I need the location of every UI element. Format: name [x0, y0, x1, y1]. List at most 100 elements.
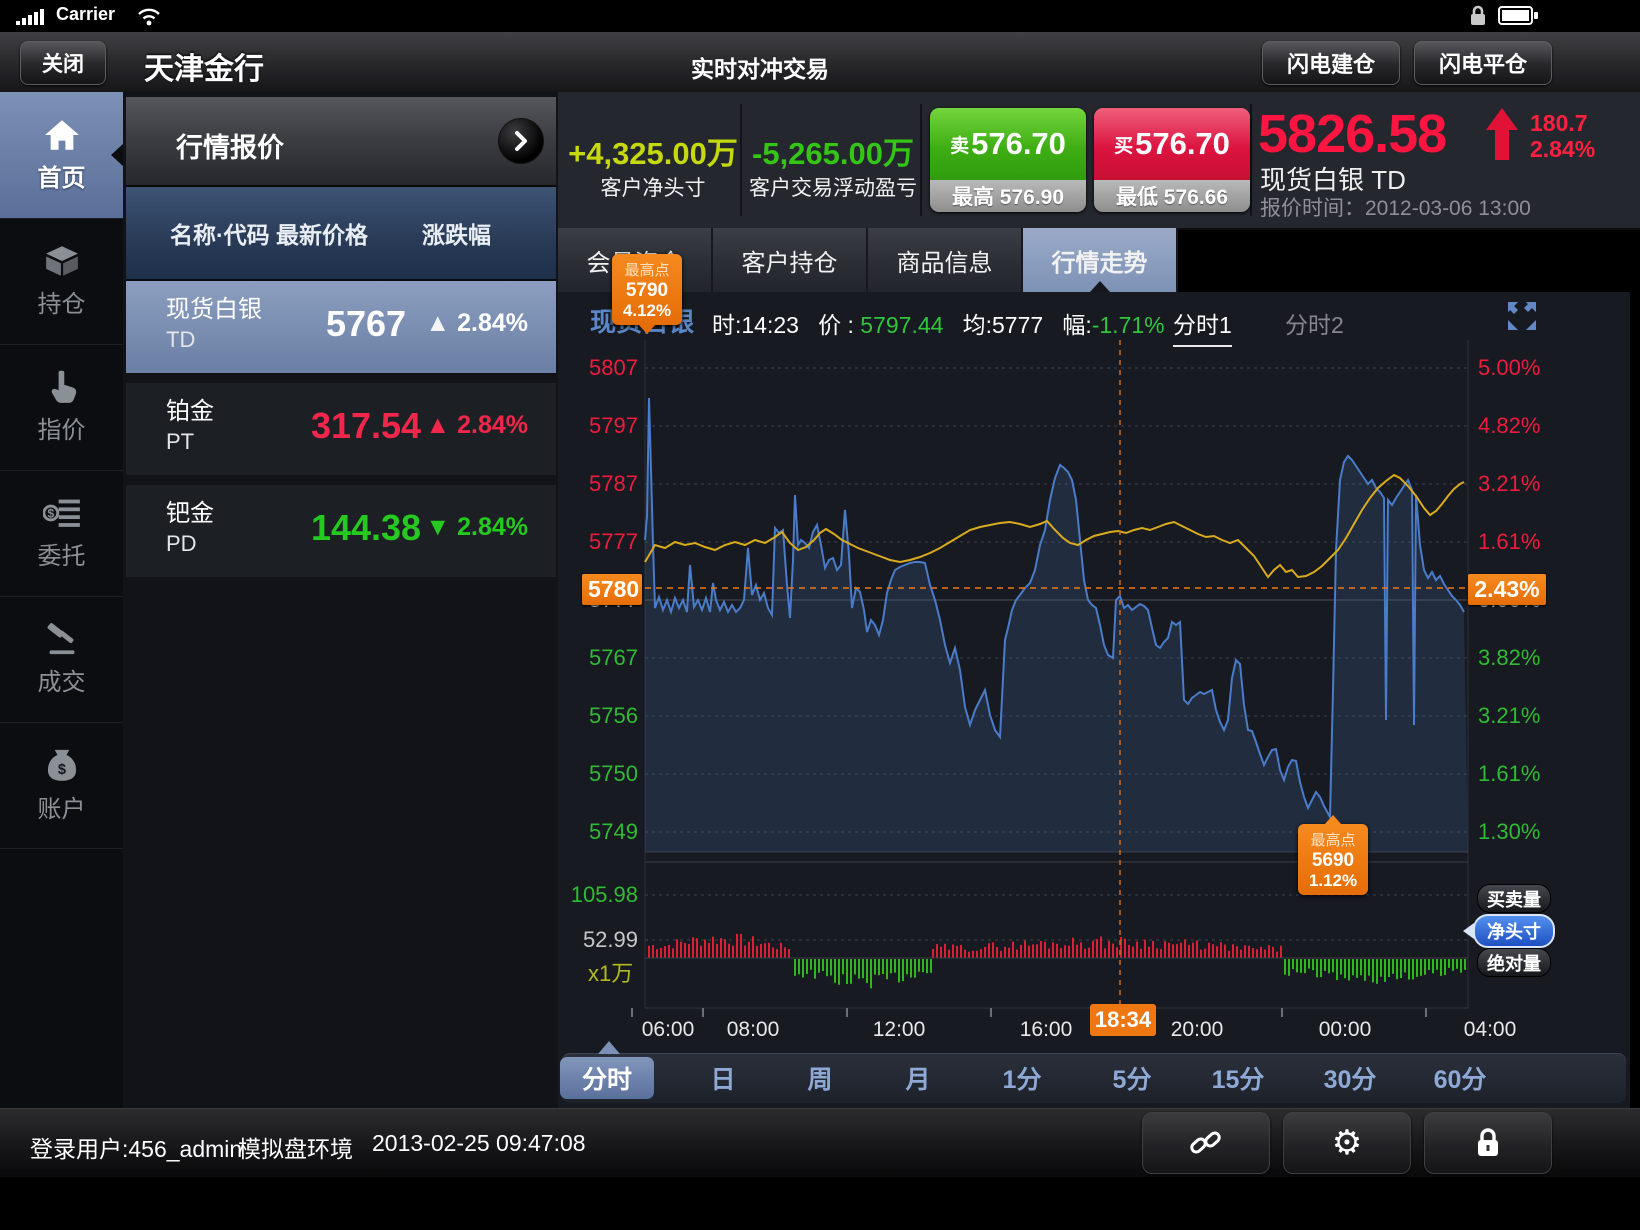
svg-text:$: $ — [57, 762, 65, 778]
sidebar-item-label: 首页 — [38, 158, 86, 193]
settings-button[interactable]: ⚙ — [1283, 1112, 1411, 1174]
up-arrow-icon: ▲ — [425, 411, 457, 439]
volume-mode-label: 买卖量 — [1487, 886, 1541, 912]
y-axis-left-label: 5750 — [548, 761, 638, 787]
carrier-label: Carrier — [56, 4, 115, 25]
volume-mode-button-1[interactable]: 买卖量 — [1477, 884, 1551, 913]
entrust-icon: $ — [43, 496, 81, 530]
period-tab-5[interactable]: 1分 — [981, 1057, 1064, 1099]
y-axis-left-label: 105.98 — [548, 882, 638, 908]
period-tab-2[interactable]: 日 — [688, 1057, 757, 1099]
chart-tooltip: 最高点57904.12% — [612, 254, 682, 325]
tooltip-value: 5690 — [1304, 850, 1362, 871]
period-tab-6[interactable]: 5分 — [1091, 1057, 1174, 1099]
y-axis-right-label: 3.21% — [1478, 471, 1568, 497]
footer-datetime: 2013-02-25 09:47:08 — [372, 1130, 586, 1157]
period-tab-9[interactable]: 60分 — [1412, 1057, 1509, 1099]
tab-label: 客户持仓 — [742, 243, 838, 278]
sidebar-item-label: 持仓 — [38, 284, 86, 319]
sidebar-item-entrust[interactable]: $委托 — [0, 470, 123, 597]
app-title: 天津金行 — [144, 44, 264, 88]
close-button[interactable]: 关闭 — [20, 41, 106, 85]
y-axis-left-label: 5756 — [548, 703, 638, 729]
home-icon — [43, 118, 81, 152]
period-tab-1[interactable]: 分时 — [560, 1057, 654, 1099]
sidebar-item-label: 成交 — [38, 662, 86, 697]
instrument-name-text: 铂金 — [166, 397, 214, 427]
sidebar-item-account[interactable]: $ 账户 — [0, 722, 123, 849]
y-axis-left-label: 5807 — [548, 355, 638, 381]
period-tab-8[interactable]: 30分 — [1302, 1057, 1399, 1099]
instrument-change: ▼ 2.84% — [425, 513, 528, 542]
tab-4[interactable]: 行情走势 — [1023, 228, 1178, 292]
volume-mode-button-2[interactable]: 净头寸 — [1473, 914, 1555, 948]
period-tab-7[interactable]: 15分 — [1190, 1057, 1287, 1099]
sidebar-item-deal[interactable]: 成交 — [0, 596, 123, 723]
period-tab-4[interactable]: 月 — [883, 1057, 952, 1099]
volume-unit-label: x1万 — [588, 956, 633, 988]
quote-expand-button[interactable] — [498, 118, 544, 164]
status-bar: Carrier — [0, 0, 1640, 32]
tooltip-title: 最高点 — [1304, 829, 1362, 850]
deal-icon — [43, 622, 81, 656]
tab-3[interactable]: 商品信息 — [868, 228, 1023, 292]
time-axis-label: 00:00 — [1319, 1018, 1372, 1042]
quote-column-header: 涨跌幅 — [422, 216, 491, 250]
period-tab-label: 1分 — [1003, 1060, 1042, 1096]
time-tick — [631, 1008, 633, 1017]
period-tab-label: 月 — [905, 1060, 930, 1096]
period-tab-label: 5分 — [1113, 1060, 1152, 1096]
tab-2[interactable]: 客户持仓 — [713, 228, 868, 292]
tab-label: 商品信息 — [897, 243, 993, 278]
time-axis-label: 12:00 — [873, 1018, 926, 1042]
volume-mode-label: 净头寸 — [1487, 918, 1541, 944]
sidebar-item-label: 账户 — [38, 789, 86, 824]
instrument-code: PD — [166, 529, 214, 559]
quote-row-PD[interactable]: 钯金PD144.38▼ 2.84% — [126, 485, 556, 577]
quote-row-PT[interactable]: 铂金PT317.54▲ 2.84% — [126, 383, 556, 475]
battery-icon — [1498, 6, 1538, 25]
instrument-change-value: 2.84% — [457, 513, 528, 541]
floating-pl-label: 客户交易浮动盈亏 — [743, 172, 923, 202]
period-tab-label: 分时 — [582, 1060, 632, 1096]
instrument-change-value: 2.84% — [457, 309, 528, 337]
period-tab-3[interactable]: 周 — [785, 1057, 854, 1099]
y-axis-right-label: 1.61% — [1478, 761, 1568, 787]
instrument-change-value: 2.84% — [457, 411, 528, 439]
link-icon — [1187, 1124, 1225, 1162]
time-axis-label: 16:00 — [1020, 1018, 1073, 1042]
quote-row-TD[interactable]: 现货白银TD5767▲ 2.84% — [126, 281, 556, 373]
net-position-value: +4,325.00万 — [563, 128, 743, 173]
instrument-name-text: 钯金 — [166, 499, 214, 529]
time-tick — [1425, 1008, 1427, 1017]
sidebar-item-positions[interactable]: 持仓 — [0, 218, 123, 345]
net-position-label: 客户净头寸 — [563, 172, 743, 202]
time-axis-label: 04:00 — [1464, 1018, 1517, 1042]
flash-open-button[interactable]: 闪电建仓 — [1262, 41, 1400, 85]
y-axis-left-label: 5797 — [548, 413, 638, 439]
volume-mode-button-3[interactable]: 绝对量 — [1477, 948, 1551, 977]
buy-low-label: 最低 576.66 — [1094, 180, 1250, 212]
quote-panel-title: 行情报价 — [176, 126, 284, 165]
tooltip-percent: 4.12% — [618, 301, 676, 321]
sidebar-item-price-order[interactable]: 指价 — [0, 344, 123, 471]
quote-column-header: 名称·代码 — [170, 216, 270, 250]
last-change: 180.72.84% — [1530, 110, 1595, 162]
time-tick — [702, 1008, 704, 1017]
quote-time: 报价时间：2012-03-06 13:00 — [1260, 192, 1531, 222]
lock-button[interactable] — [1424, 1112, 1552, 1174]
link-button[interactable] — [1142, 1112, 1270, 1174]
y-axis-right-label: 3.82% — [1478, 645, 1568, 671]
sell-price-button[interactable]: 卖576.70 最高 576.90 — [930, 108, 1086, 212]
flash-close-button[interactable]: 闪电平仓 — [1414, 41, 1552, 85]
price-up-arrow-icon — [1486, 108, 1518, 160]
down-arrow-icon: ▼ — [425, 513, 457, 541]
login-user-label: 登录用户:456_admin — [30, 1130, 242, 1164]
lock-status-icon — [1468, 5, 1488, 27]
instrument-code: TD — [166, 325, 262, 355]
buy-price-button[interactable]: 买576.70 最低 576.66 — [1094, 108, 1250, 212]
current-pct-badge: 2.43% — [1468, 574, 1546, 605]
sidebar-item-home[interactable]: 首页 — [0, 92, 123, 219]
time-axis-label: 20:00 — [1171, 1018, 1224, 1042]
y-axis-right-label: 1.61% — [1478, 529, 1568, 555]
